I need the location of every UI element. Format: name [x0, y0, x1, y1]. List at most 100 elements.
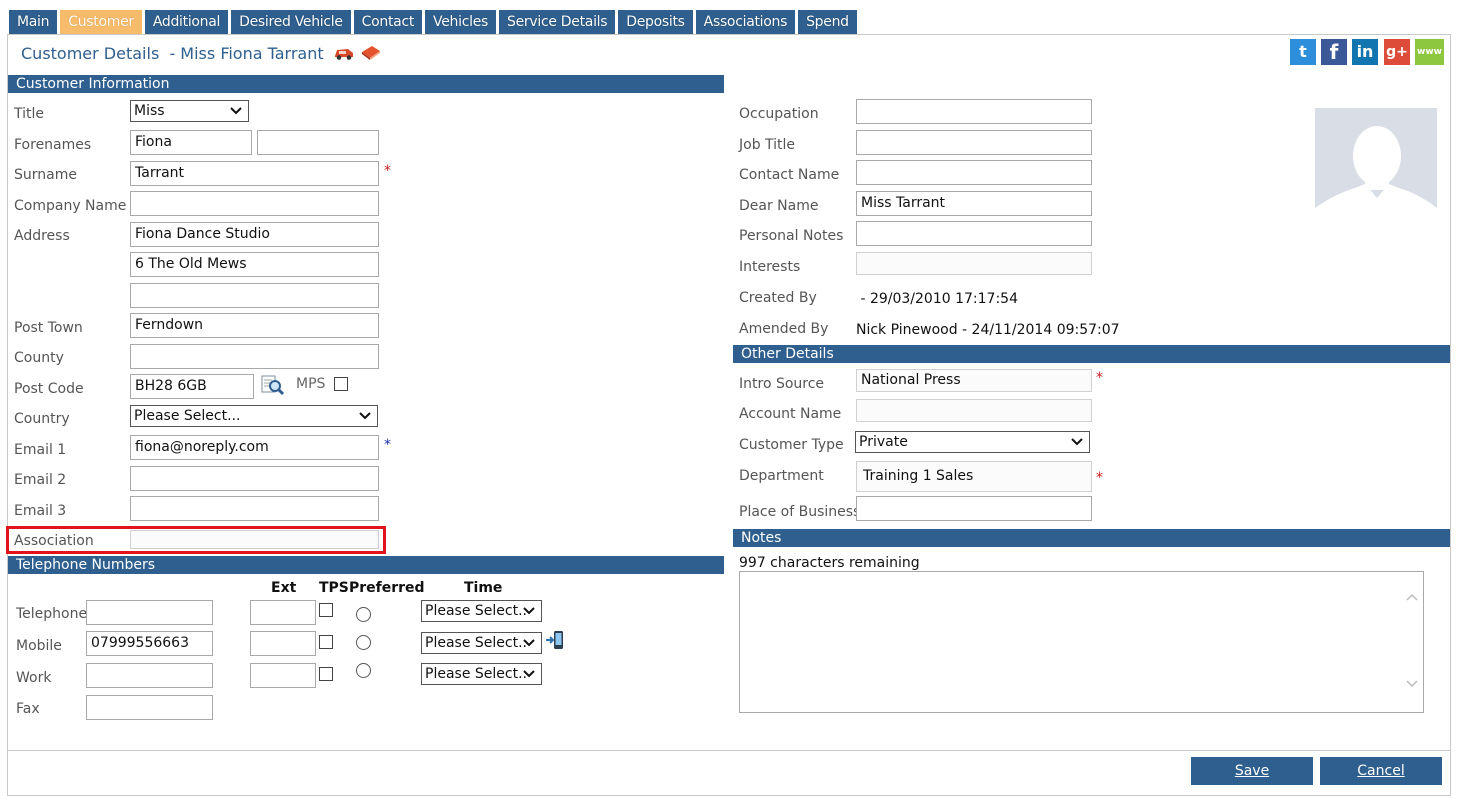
place-of-business-input[interactable]: [856, 496, 1092, 521]
interests-label: Interests: [739, 259, 801, 275]
chevron-down-icon: [1071, 438, 1083, 446]
address3-input[interactable]: [130, 283, 379, 308]
intro-source-input[interactable]: National Press: [856, 369, 1092, 392]
tab-customer[interactable]: Customer: [60, 10, 142, 34]
mobile-time-select[interactable]: Please Select..: [421, 632, 542, 654]
work-input[interactable]: [86, 663, 213, 688]
forenames-label: Forenames: [14, 137, 92, 153]
personal-notes-input[interactable]: [856, 221, 1092, 246]
title-label: Title: [14, 106, 45, 122]
email1-label: Email 1: [14, 442, 67, 458]
company-name-input[interactable]: [130, 191, 379, 216]
contact-name-input[interactable]: [856, 160, 1092, 185]
post-code-label: Post Code: [14, 381, 84, 397]
customer-information-header: Customer Information: [8, 75, 724, 93]
work-tps-checkbox[interactable]: [319, 667, 333, 681]
tab-spend[interactable]: Spend: [798, 10, 857, 34]
email2-input[interactable]: [130, 466, 379, 491]
car-icon[interactable]: [333, 45, 355, 61]
email3-input[interactable]: [130, 496, 379, 521]
address2-input[interactable]: 6 The Old Mews: [130, 252, 379, 277]
occupation-input[interactable]: [856, 99, 1092, 124]
facebook-icon[interactable]: f: [1321, 39, 1347, 65]
google-plus-icon[interactable]: g+: [1384, 39, 1410, 65]
tps-column-header: TPS: [319, 580, 349, 596]
account-name-input[interactable]: [856, 399, 1092, 422]
interests-input[interactable]: [856, 252, 1092, 275]
twitter-icon[interactable]: t: [1290, 39, 1316, 65]
telephone-input[interactable]: [86, 600, 213, 625]
fax-label: Fax: [16, 701, 40, 717]
linkedin-icon[interactable]: in: [1352, 39, 1378, 65]
department-input[interactable]: Training 1 Sales: [856, 461, 1092, 492]
department-label: Department: [739, 468, 824, 484]
chevron-down-icon: [359, 412, 371, 420]
account-name-label: Account Name: [739, 406, 842, 422]
title-select[interactable]: Miss: [130, 100, 249, 122]
tab-additional[interactable]: Additional: [144, 10, 229, 34]
forename1-input[interactable]: Fiona: [130, 130, 252, 155]
work-ext-input[interactable]: [250, 663, 316, 688]
tab-main[interactable]: Main: [9, 10, 58, 34]
dear-name-label: Dear Name: [739, 198, 819, 214]
notes-textarea[interactable]: [739, 571, 1424, 713]
post-town-input[interactable]: Ferndown: [130, 313, 379, 338]
chevron-down-icon: [230, 107, 242, 115]
intro-source-label: Intro Source: [739, 376, 825, 392]
tab-associations[interactable]: Associations: [695, 10, 796, 34]
footer-divider: [7, 750, 1451, 751]
chevron-down-icon: [523, 607, 535, 615]
job-title-label: Job Title: [739, 137, 796, 153]
telephone-tps-checkbox[interactable]: [319, 603, 333, 617]
cancel-button[interactable]: Cancel: [1320, 757, 1442, 785]
country-select[interactable]: Please Select...: [130, 405, 378, 427]
post-town-label: Post Town: [14, 320, 83, 336]
address1-input[interactable]: Fiona Dance Studio: [130, 222, 379, 247]
place-of-business-label: Place of Business: [739, 504, 861, 520]
scroll-up-icon[interactable]: [1404, 590, 1420, 604]
required-marker: *: [384, 437, 391, 453]
email1-input[interactable]: fiona@noreply.com: [130, 435, 379, 460]
customer-type-select[interactable]: Private: [855, 431, 1090, 453]
fax-input[interactable]: [86, 695, 213, 720]
save-button[interactable]: Save: [1191, 757, 1313, 785]
telephone-time-select[interactable]: Please Select..: [421, 600, 542, 622]
tab-contact[interactable]: Contact: [353, 10, 423, 34]
address-label: Address: [14, 228, 70, 244]
book-icon[interactable]: [360, 43, 382, 62]
telephone-ext-input[interactable]: [250, 600, 316, 625]
county-input[interactable]: [130, 344, 379, 369]
mobile-ext-input[interactable]: [250, 631, 316, 656]
tab-desired-vehicle[interactable]: Desired Vehicle: [231, 10, 351, 34]
tab-vehicles[interactable]: Vehicles: [425, 10, 497, 34]
tab-service-details[interactable]: Service Details: [499, 10, 616, 34]
dear-name-input[interactable]: Miss Tarrant: [856, 191, 1092, 216]
required-marker: *: [1096, 470, 1103, 486]
website-icon[interactable]: www: [1415, 39, 1444, 65]
company-name-label: Company Name: [14, 198, 127, 214]
chevron-down-icon: [523, 670, 535, 678]
page-title: Customer Details - Miss Fiona Tarrant: [21, 44, 324, 63]
address-lookup-icon[interactable]: [261, 374, 285, 396]
mobile-preferred-radio[interactable]: [356, 635, 371, 650]
telephone-preferred-radio[interactable]: [356, 607, 371, 622]
tab-deposits[interactable]: Deposits: [618, 10, 693, 34]
mobile-tps-checkbox[interactable]: [319, 635, 333, 649]
customer-type-label: Customer Type: [739, 437, 844, 453]
send-sms-icon[interactable]: [545, 630, 565, 652]
time-column-header: Time: [464, 580, 503, 596]
job-title-input[interactable]: [856, 130, 1092, 155]
created-by-label: Created By: [739, 290, 817, 306]
avatar: [1315, 108, 1437, 230]
post-code-input[interactable]: BH28 6GB: [130, 374, 254, 399]
scroll-down-icon[interactable]: [1404, 677, 1420, 691]
work-preferred-radio[interactable]: [356, 663, 371, 678]
mps-checkbox[interactable]: [334, 377, 348, 391]
preferred-column-header: Preferred: [349, 580, 425, 596]
surname-input[interactable]: Tarrant: [130, 161, 379, 186]
mobile-input[interactable]: 07999556663: [86, 631, 213, 656]
association-highlight: [6, 526, 386, 554]
work-time-select[interactable]: Please Select..: [421, 663, 542, 685]
forename2-input[interactable]: [257, 130, 379, 155]
amended-by-label: Amended By: [739, 321, 829, 337]
